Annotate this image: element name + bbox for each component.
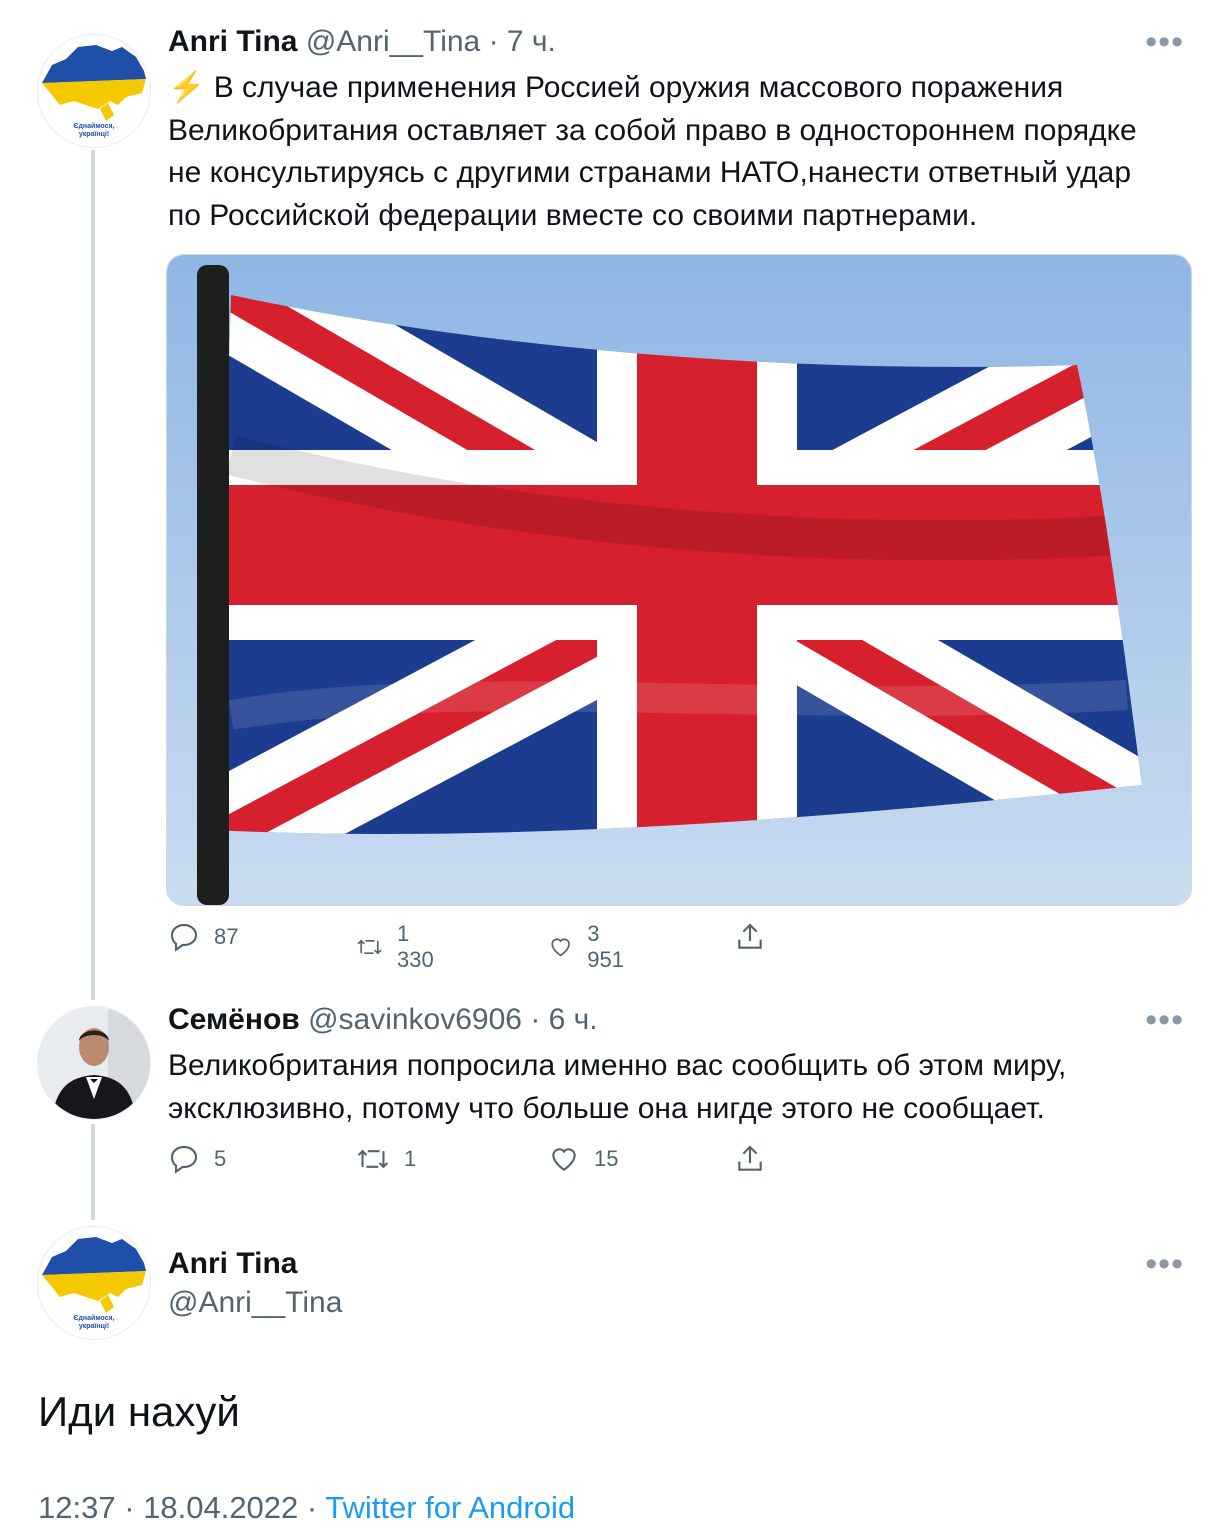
author-name[interactable]: Anri Tina (168, 1247, 297, 1280)
tweet-meta: 12:37 · 18.04.2022 · Twitter for Android (38, 1490, 575, 1526)
author-handle[interactable]: @Anri__Tina (168, 1286, 342, 1319)
tweet-time[interactable]: · 7 ч. (489, 25, 556, 58)
avatar[interactable]: Єднаймося, українці! (37, 34, 151, 148)
user-photo-avatar-icon (38, 1007, 150, 1119)
retweet-icon (357, 1149, 389, 1169)
tweet-media-image[interactable] (166, 254, 1192, 906)
author-handle[interactable]: @Anri__Tina (306, 25, 480, 58)
more-icon[interactable]: ••• (1145, 1247, 1184, 1281)
reply-icon (170, 1145, 198, 1174)
avatar-caption-line2: українці! (79, 1322, 109, 1330)
author-handle[interactable]: @savinkov6906 (308, 1003, 522, 1036)
share-icon (738, 923, 762, 949)
tweet-timestamp[interactable]: 12:37 · 18.04.2022 · (38, 1490, 325, 1525)
thread-line (91, 150, 95, 1000)
reply-count: 5 (214, 1146, 227, 1171)
tweet-text-line: Великобритания оставляет за собой право … (168, 113, 1137, 147)
author-name[interactable]: Anri Tina (168, 25, 297, 58)
reply-count: 87 (214, 924, 239, 949)
tweet-text-line: Великобритания попросила именно вас сооб… (168, 1049, 1067, 1082)
author-handle-block: @Anri__Tina (168, 1285, 342, 1321)
thread-line (91, 1124, 95, 1220)
reply-icon (170, 923, 198, 952)
ukraine-map-avatar-icon: Єднаймося, українці! (42, 1237, 146, 1330)
avatar-caption-line1: Єднаймося, (73, 1314, 114, 1322)
retweet-icon (357, 939, 382, 955)
avatar-caption-line1: Єднаймося, (73, 122, 114, 130)
tweet-time[interactable]: · 6 ч. (530, 1003, 597, 1036)
more-icon[interactable]: ••• (1145, 1003, 1184, 1037)
author-name-block: Anri Tina (168, 1246, 297, 1282)
ukraine-map-avatar-icon: Єднаймося, українці! (42, 45, 146, 138)
avatar[interactable] (37, 1006, 151, 1120)
like-button[interactable]: 3 951 (548, 921, 631, 973)
heart-icon (551, 938, 570, 957)
reply-button[interactable]: 87 (168, 921, 238, 953)
tweet-text-line: эксклюзивно, потому что больше она нигде… (168, 1091, 1045, 1125)
tweet-text: ⚡ В случае применения Россией оружия мас… (168, 67, 1137, 237)
retweet-button[interactable]: 1 (356, 1143, 416, 1175)
tweet-text-line: по Российской федерации вместе со своими… (168, 198, 978, 232)
like-count: 15 (594, 1146, 619, 1171)
retweet-count: 1 (404, 1146, 417, 1171)
share-button[interactable] (734, 1143, 766, 1175)
tweet-text-line: не консультируясь с другими странами НАТ… (168, 156, 1132, 189)
avatar-caption-line2: українці! (79, 130, 109, 138)
main-tweet-text: Иди нахуй (38, 1388, 240, 1435)
tweet-text: Великобритания попросила именно вас сооб… (168, 1045, 1066, 1130)
heart-icon (552, 1148, 576, 1171)
retweet-count: 1 330 (396, 921, 434, 972)
tweet-source-link[interactable]: Twitter for Android (325, 1490, 575, 1525)
tweet-text-line: ⚡ В случае применения Россией оружия мас… (168, 71, 1064, 104)
share-button[interactable] (734, 921, 766, 953)
like-button[interactable]: 15 (548, 1143, 618, 1175)
retweet-button[interactable]: 1 330 (356, 921, 441, 973)
share-icon (738, 1145, 762, 1171)
tweet-header: Anri Tina @Anri__Tina · 7 ч. (168, 24, 556, 60)
author-name[interactable]: Семёнов (168, 1003, 300, 1036)
more-icon[interactable]: ••• (1145, 25, 1184, 59)
union-jack-flag-image (167, 255, 1191, 905)
avatar[interactable]: Єднаймося, українці! (37, 1226, 151, 1340)
tweet-header: Семёнов @savinkov6906 · 6 ч. (168, 1002, 598, 1038)
reply-button[interactable]: 5 (168, 1143, 226, 1175)
like-count: 3 951 (587, 921, 624, 972)
